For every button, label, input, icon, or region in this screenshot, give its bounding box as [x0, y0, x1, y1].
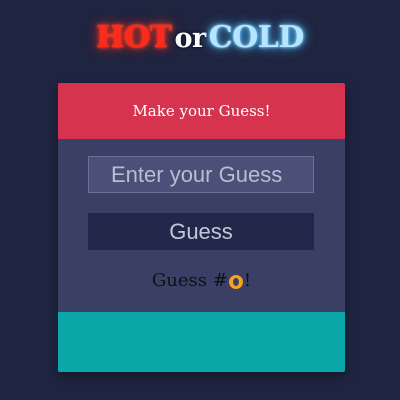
guess-count-value: 0 [228, 275, 243, 289]
guess-counter: Guess #0! [58, 269, 345, 293]
feedback-footer [58, 312, 345, 372]
guess-count-prefix: Guess # [151, 270, 228, 291]
game-logo: HOT or COLD [0, 18, 400, 59]
guess-button[interactable]: Guess [88, 213, 314, 250]
logo-hot-text: HOT [96, 20, 172, 55]
guess-count-suffix: ! [243, 270, 252, 291]
guess-card: Make your Guess! Guess Guess #0! [58, 83, 345, 372]
logo-cold-text: COLD [208, 20, 305, 55]
card-header: Make your Guess! [58, 83, 345, 139]
logo-or-text: or [174, 23, 206, 54]
game-page: HOTorCOLD Make your Guess! Guess Guess #… [0, 0, 400, 400]
guess-input[interactable] [88, 156, 314, 193]
